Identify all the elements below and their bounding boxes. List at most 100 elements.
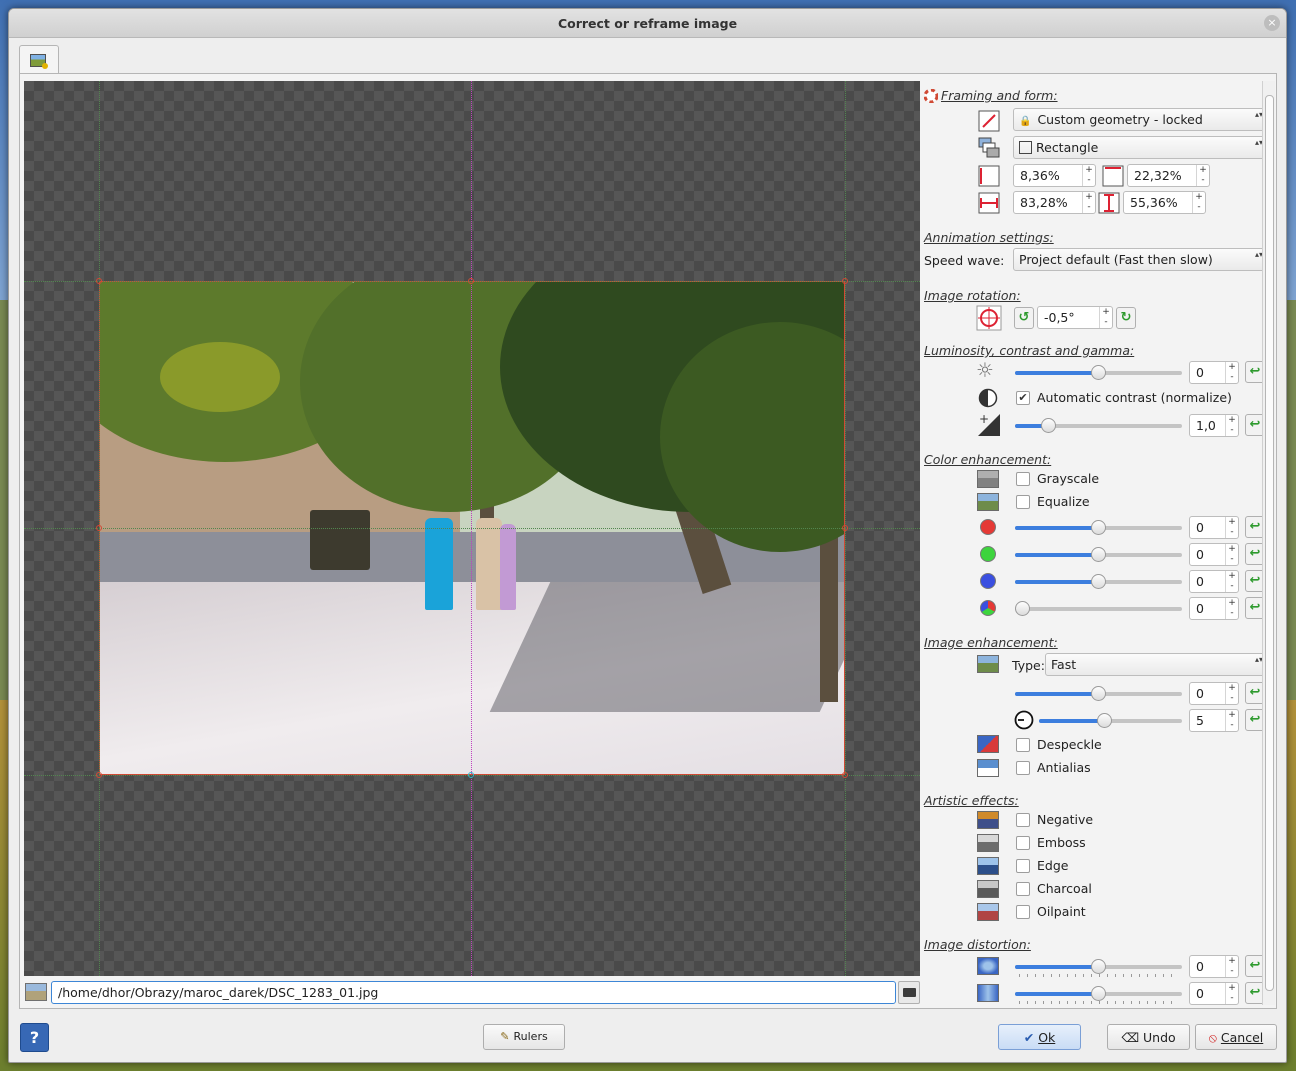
ok-button[interactable]: ✔ Ok [998,1024,1081,1050]
frame-handle[interactable] [842,772,848,778]
speed-wave-select[interactable]: Project default (Fast then slow) [1013,248,1266,271]
spin-arrows[interactable]: + - [1225,362,1238,383]
gamma-slider[interactable] [1015,418,1182,433]
charcoal-checkbox[interactable] [1016,882,1030,896]
blue-slider[interactable] [1015,574,1182,589]
slider-knob[interactable] [1091,959,1106,974]
scrollbar-thumb[interactable] [1265,95,1274,991]
emboss-label: Emboss [1037,835,1086,850]
implode-field[interactable]: 0 + - [1189,982,1239,1005]
frame-handle[interactable] [468,278,474,284]
brightness-field[interactable]: 0 + - [1189,361,1239,384]
spin-arrows[interactable]: + - [1082,192,1095,213]
cancel-button[interactable]: ⦸ Cancel [1195,1024,1277,1050]
spin-arrows[interactable]: + - [1225,544,1238,565]
grayscale-checkbox[interactable] [1016,472,1030,486]
red-slider[interactable] [1015,520,1182,535]
enhancement-radius-slider[interactable] [1039,713,1182,728]
red-field[interactable]: 0 + - [1189,516,1239,539]
slider-knob[interactable] [1091,574,1106,589]
height-field[interactable]: 55,36% + - [1123,191,1206,214]
rulers-button[interactable]: ✎ Rulers [483,1024,565,1050]
frame-handle[interactable] [96,772,102,778]
position-y-field[interactable]: 22,32% + - [1127,164,1210,187]
lifebuoy-icon [924,89,938,103]
slider-knob[interactable] [1041,418,1056,433]
help-button[interactable]: ? [20,1023,49,1052]
rectangle-shape-icon [1019,141,1032,154]
rotate-right-icon[interactable]: ↻ [1116,307,1136,329]
image-path-field[interactable]: /home/dhor/Obrazy/maroc_darek/DSC_1283_0… [51,981,896,1004]
edge-checkbox[interactable] [1016,859,1030,873]
spin-arrows[interactable]: + - [1225,710,1238,731]
tab-image[interactable] [19,45,59,74]
animation-title: Annimation settings: [924,230,1054,245]
spin-arrows[interactable]: + - [1225,517,1238,538]
type-select[interactable]: Fast [1045,653,1266,676]
image-canvas[interactable] [24,81,920,976]
contrast-icon [978,388,998,408]
gamma-icon: + [978,412,1000,436]
frame-handle[interactable] [468,772,474,778]
enhancement-amount-field[interactable]: 0 + - [1189,682,1239,705]
shape-icon [978,137,1000,158]
open-folder-icon[interactable] [898,981,920,1004]
rotate-left-icon[interactable]: ↺ [1014,307,1034,329]
slider-knob[interactable] [1091,986,1106,1001]
slider-knob[interactable] [1091,686,1106,701]
saturation-slider[interactable] [1015,601,1182,616]
gamma-field[interactable]: 1,0 + - [1189,414,1239,437]
implode-slider[interactable] [1015,986,1182,1001]
spin-arrows[interactable]: + - [1225,598,1238,619]
geometry-select[interactable]: 🔒 Custom geometry - locked [1013,108,1266,131]
antialias-checkbox[interactable] [1016,761,1030,775]
slider-knob[interactable] [1097,713,1112,728]
blue-field[interactable]: 0 + - [1189,570,1239,593]
emboss-checkbox[interactable] [1016,836,1030,850]
slider-knob[interactable] [1091,547,1106,562]
grayscale-label: Grayscale [1037,471,1100,486]
spin-arrows[interactable]: + - [1192,192,1205,213]
green-slider[interactable] [1015,547,1182,562]
spin-arrows[interactable]: + - [1082,165,1095,186]
position-x-field[interactable]: 8,36% + - [1013,164,1096,187]
slider-fill [1015,371,1098,375]
saturation-field[interactable]: 0 + - [1189,597,1239,620]
shape-select[interactable]: Rectangle [1013,136,1266,159]
slider-knob[interactable] [1015,601,1030,616]
width-field[interactable]: 83,28% + - [1013,191,1096,214]
frame-handle[interactable] [842,525,848,531]
rotation-field[interactable]: -0,5° + - [1037,306,1113,329]
undo-button[interactable]: ⌫ Undo [1107,1024,1190,1050]
spin-arrows[interactable]: + - [1225,571,1238,592]
photo-person [500,524,516,610]
close-icon[interactable]: × [1264,15,1280,31]
equalize-checkbox[interactable] [1016,495,1030,509]
title-bar[interactable]: Correct or reframe image × [9,9,1286,38]
frame-handle[interactable] [96,278,102,284]
spin-arrows[interactable]: + - [1225,956,1238,977]
frame-handle[interactable] [96,525,102,531]
spin-arrows[interactable]: + - [1225,983,1238,1004]
swirl-slider[interactable] [1015,959,1182,974]
position-y-value: 22,32% [1134,168,1182,183]
oilpaint-checkbox[interactable] [1016,905,1030,919]
settings-scrollbar[interactable] [1262,81,1275,1005]
spin-arrows[interactable]: + - [1225,415,1238,436]
oilpaint-icon [977,903,999,921]
position-y-icon [1102,165,1124,187]
spin-arrows[interactable]: + - [1099,307,1112,328]
enhancement-amount-slider[interactable] [1015,686,1182,701]
spin-arrows[interactable]: + - [1196,165,1209,186]
swirl-field[interactable]: 0 + - [1189,955,1239,978]
green-field[interactable]: 0 + - [1189,543,1239,566]
auto-contrast-checkbox[interactable]: ✔ [1016,391,1030,405]
negative-checkbox[interactable] [1016,813,1030,827]
slider-knob[interactable] [1091,365,1106,380]
despeckle-checkbox[interactable] [1016,738,1030,752]
enhancement-radius-field[interactable]: 5 + - [1189,709,1239,732]
frame-handle[interactable] [842,278,848,284]
spin-arrows[interactable]: + - [1225,683,1238,704]
brightness-slider[interactable] [1015,365,1182,380]
slider-knob[interactable] [1091,520,1106,535]
